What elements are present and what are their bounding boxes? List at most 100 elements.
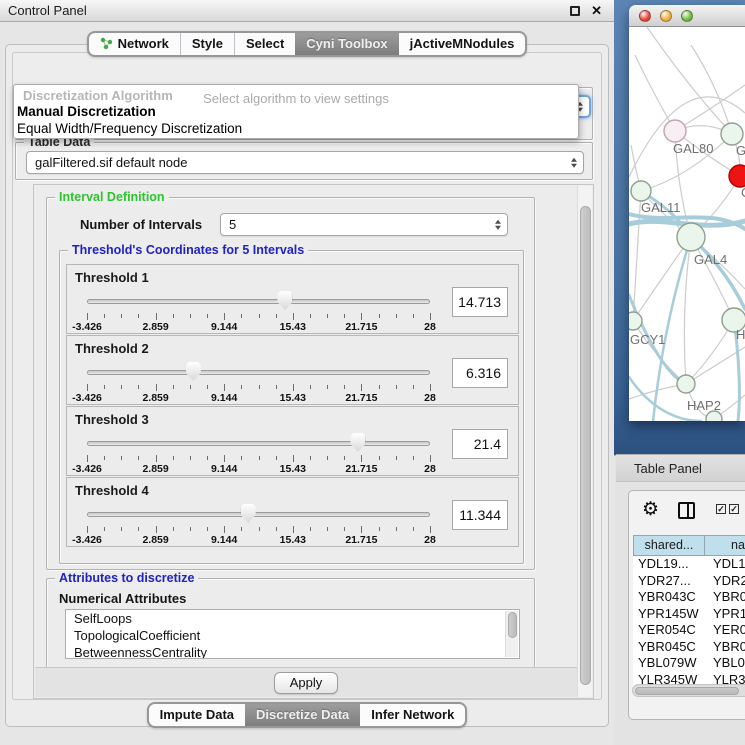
float-window-icon[interactable] bbox=[570, 6, 580, 16]
apply-strip: Apply bbox=[35, 667, 577, 697]
table-data-combobox[interactable]: galFiltered.sif default node bbox=[26, 151, 584, 174]
threshold-slider[interactable]: -3.4262.8599.14415.4321.71528 bbox=[77, 502, 440, 546]
algorithm-option[interactable]: Equal Width/Frequency Discretization bbox=[17, 121, 242, 136]
slider-tick bbox=[344, 527, 345, 531]
tab-discretize-data[interactable]: Discretize Data bbox=[245, 704, 360, 726]
table-cell: YDR2 bbox=[705, 573, 745, 590]
tab-infer-network[interactable]: Infer Network bbox=[360, 704, 465, 726]
threshold-value-field[interactable]: 11.344 bbox=[452, 500, 508, 530]
attribute-item[interactable]: SelfLoops bbox=[66, 610, 519, 627]
number-of-intervals-combobox[interactable]: 5 bbox=[220, 213, 508, 236]
network-edge[interactable] bbox=[633, 191, 641, 321]
threshold-slider[interactable]: -3.4262.8599.14415.4321.71528 bbox=[77, 360, 440, 404]
network-node[interactable] bbox=[664, 120, 686, 142]
threshold-value-field[interactable]: 6.316 bbox=[452, 358, 508, 388]
network-node[interactable] bbox=[629, 312, 642, 330]
attribute-item[interactable]: BetweennessCentrality bbox=[66, 644, 519, 659]
slider-track[interactable] bbox=[87, 299, 430, 304]
close-icon[interactable]: ✕ bbox=[591, 6, 602, 16]
slider-thumb[interactable] bbox=[277, 291, 292, 310]
table-cell: YBR045C bbox=[633, 639, 705, 656]
table-data-group: Table Data galFiltered.sif default node bbox=[15, 142, 593, 180]
panel-tab-bar: NetworkStyleSelectCyni ToolboxjActiveMNo… bbox=[0, 31, 614, 57]
tab-jactivemnodules[interactable]: jActiveMNodules bbox=[399, 33, 526, 55]
select-all-columns-icon[interactable]: ✓ bbox=[729, 504, 739, 514]
threshold-value-field[interactable]: 14.713 bbox=[452, 287, 508, 317]
table-row[interactable]: YDR27...YDR2 bbox=[633, 573, 745, 590]
network-edge[interactable] bbox=[635, 55, 675, 131]
network-node[interactable] bbox=[729, 165, 745, 187]
settings-scrollbar[interactable] bbox=[577, 186, 592, 697]
settings-scroll-viewport: Interval Definition Number of Intervals … bbox=[33, 184, 594, 699]
slider-tick bbox=[138, 314, 139, 318]
tab-select[interactable]: Select bbox=[234, 33, 295, 55]
node-attribute-table[interactable]: shared...na YDL19...YDL1YDR27...YDR2YBR0… bbox=[633, 535, 745, 694]
table-row[interactable]: YPR145WYPR1 bbox=[633, 606, 745, 623]
table-horizontal-scrollbar[interactable] bbox=[632, 684, 745, 697]
table-cell: YBL0 bbox=[705, 655, 745, 672]
slider-tick bbox=[104, 385, 105, 389]
table-row[interactable]: YBR045CYBR0 bbox=[633, 639, 745, 656]
slider-tick-label: -3.426 bbox=[72, 321, 102, 333]
algorithm-option[interactable]: Manual Discretization bbox=[17, 104, 156, 119]
attribute-item[interactable]: TopologicalCoefficient bbox=[66, 627, 519, 644]
minimize-light[interactable] bbox=[660, 10, 672, 22]
table-data-value: galFiltered.sif default node bbox=[35, 155, 187, 170]
slider-tick bbox=[293, 313, 294, 320]
zoom-light[interactable] bbox=[681, 10, 693, 22]
threshold-value-field[interactable]: 21.4 bbox=[452, 429, 508, 459]
slider-tick bbox=[224, 526, 225, 533]
algorithm-dropdown-popup: Discretization Algorithm Select algorith… bbox=[13, 84, 579, 139]
table-cell: YER054C bbox=[633, 622, 705, 639]
slider-tick bbox=[241, 456, 242, 460]
table-row[interactable]: YBR043CYBR0 bbox=[633, 589, 745, 606]
slider-tick bbox=[413, 314, 414, 318]
table-column-header[interactable]: na bbox=[705, 535, 745, 556]
table-cell: YER0 bbox=[705, 622, 745, 639]
slider-thumb[interactable] bbox=[241, 504, 256, 523]
apply-button[interactable]: Apply bbox=[274, 672, 339, 694]
slider-tick bbox=[276, 385, 277, 389]
network-node-label: GAL80 bbox=[673, 141, 713, 156]
network-edge[interactable] bbox=[633, 237, 691, 321]
threshold-slider[interactable]: -3.4262.8599.14415.4321.71528 bbox=[77, 289, 440, 333]
threshold-title: Threshold 4 bbox=[75, 483, 149, 498]
network-node[interactable] bbox=[677, 375, 695, 393]
tab-cyni-toolbox[interactable]: Cyni Toolbox bbox=[295, 33, 398, 55]
close-light[interactable] bbox=[639, 10, 651, 22]
attributes-scrollbar[interactable] bbox=[505, 611, 518, 657]
slider-track[interactable] bbox=[87, 441, 430, 446]
slider-tick bbox=[190, 385, 191, 389]
tab-impute-data[interactable]: Impute Data bbox=[149, 704, 245, 726]
column-layout-icon[interactable] bbox=[678, 502, 695, 519]
slider-track[interactable] bbox=[87, 512, 430, 517]
tab-style[interactable]: Style bbox=[180, 33, 234, 55]
slider-thumb[interactable] bbox=[350, 433, 365, 452]
network-node[interactable] bbox=[677, 223, 705, 251]
network-edge[interactable] bbox=[686, 347, 745, 384]
table-column-header[interactable]: shared... bbox=[633, 535, 705, 556]
slider-tick bbox=[413, 456, 414, 460]
slider-tick bbox=[396, 527, 397, 531]
slider-thumb[interactable] bbox=[186, 362, 201, 381]
table-row[interactable]: YER054CYER0 bbox=[633, 622, 745, 639]
network-edge[interactable] bbox=[691, 45, 732, 134]
slider-tick-label: 9.144 bbox=[211, 463, 237, 475]
tab-network[interactable]: Network bbox=[89, 33, 180, 55]
table-row[interactable]: YBL079WYBL0 bbox=[633, 655, 745, 672]
attributes-group: Attributes to discretize Numerical Attri… bbox=[46, 578, 535, 669]
threshold-slider[interactable]: -3.4262.8599.14415.4321.71528 bbox=[77, 431, 440, 475]
network-canvas[interactable]: GAL80GACGAL11GAL4GCY1HHAP2 bbox=[629, 27, 745, 421]
slider-track[interactable] bbox=[87, 370, 430, 375]
network-node[interactable] bbox=[631, 181, 651, 201]
tab-label: Impute Data bbox=[160, 707, 234, 722]
slider-tick-label: 21.715 bbox=[345, 321, 377, 333]
network-edge[interactable] bbox=[647, 27, 732, 134]
table-cell: YBR043C bbox=[633, 589, 705, 606]
select-columns-icon[interactable]: ✓ bbox=[716, 504, 726, 514]
network-node[interactable] bbox=[721, 123, 743, 145]
table-row[interactable]: YDL19...YDL1 bbox=[633, 556, 745, 573]
gear-icon[interactable]: ⚙ bbox=[642, 498, 659, 522]
numerical-attributes-list[interactable]: SelfLoopsTopologicalCoefficientBetweenne… bbox=[65, 609, 520, 659]
slider-tick bbox=[224, 384, 225, 391]
